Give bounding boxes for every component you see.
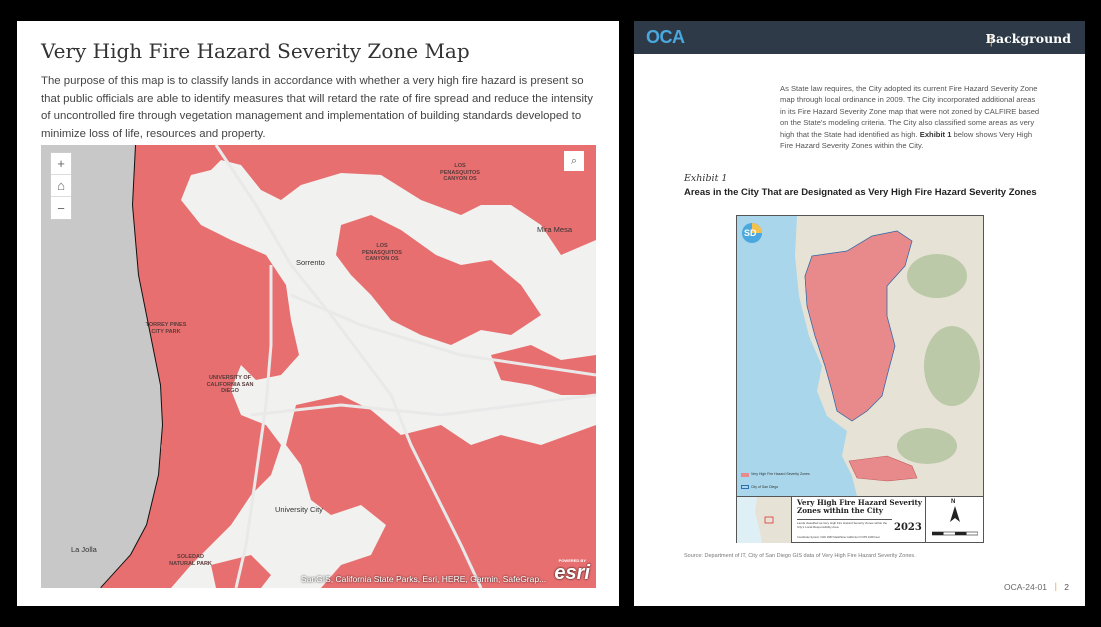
legend-hazard-swatch (741, 473, 749, 477)
map-label-los-penasquitos-north: LOS PENASQUITOS CANYON OS (440, 163, 480, 182)
north-arrow-icon (950, 506, 960, 522)
title-block-title: Very High Fire Hazard Severity Zones wit… (797, 498, 922, 516)
legend-city-label: City of San Diego (751, 485, 779, 489)
sd-logo: SD (741, 222, 763, 244)
right-panel: OCA | Background As State law requires, … (634, 21, 1085, 606)
footer-page-number: 2 (1064, 582, 1069, 592)
map-description: The purpose of this map is to classify l… (41, 75, 593, 140)
map-search-button[interactable]: ⌕ (564, 151, 584, 171)
map-label-mira-mesa: Mira Mesa (537, 225, 573, 234)
search-icon: ⌕ (570, 154, 578, 167)
web-map[interactable]: + ⌂ − ⌕ LOS PENASQUITOS CANYON OS LOS PE… (41, 145, 596, 588)
zoom-controls: + ⌂ − (50, 152, 72, 220)
legend-hazard: Very High Fire Hazard Severity Zones (741, 472, 810, 477)
source-note: Source: Department of IT, City of San Di… (684, 553, 916, 559)
north-label: N (951, 499, 956, 505)
left-panel: Very High Fire Hazard Severity Zone Map … (17, 21, 619, 606)
home-button[interactable]: ⌂ (51, 175, 71, 197)
map-label-ucsd: UNIVERSITY OF CALIFORNIA SAN DIEGO (206, 375, 254, 394)
title-block-subtitle: Lands classified as Very High Fire Hazar… (797, 519, 892, 530)
report-header: OCA | Background (634, 21, 1085, 54)
map-label-torrey-pines: TORREY PINES CITY PARK (145, 322, 187, 335)
exhibit-title: Areas in the City That are Designated as… (684, 187, 1037, 198)
zoom-in-button[interactable]: + (51, 153, 71, 175)
background-paragraph: As State law requires, the City adopted … (780, 83, 1042, 151)
map-label-soledad: SOLEDAD NATURAL PARK (169, 554, 212, 567)
scale-bar-icon (932, 531, 978, 536)
hazard-zones (101, 145, 596, 588)
section-title: Background (985, 31, 1071, 46)
exhibit-map: SD Very High Fire Hazard Severity Zones … (736, 215, 984, 543)
north-arrow-box: N (925, 497, 983, 543)
map-label-university-city: University City (275, 505, 323, 514)
title-block-year: 2023 (894, 522, 922, 533)
legend-city: City of San Diego (741, 485, 779, 489)
exhibit-label: Exhibit 1 (684, 173, 728, 184)
map-title-block: Very High Fire Hazard Severity Zones wit… (737, 496, 983, 543)
footer-report-code: OCA-24-01 (1004, 582, 1047, 592)
legend-hazard-label: Very High Fire Hazard Severity Zones (751, 472, 810, 476)
map-label-sorrento: Sorrento (296, 258, 325, 267)
exhibit-map-canvas (737, 216, 983, 496)
page-title: Very High Fire Hazard Severity Zone Map (41, 39, 470, 63)
map-canvas[interactable] (41, 145, 596, 588)
title-block-coordinate-system: Coordinate System: NAD 1983 StatePlane C… (797, 536, 880, 539)
esri-logo[interactable]: esri (554, 562, 590, 585)
footer-separator: | (1054, 581, 1057, 591)
exhibit-reference: Exhibit 1 (919, 129, 952, 139)
zoom-out-button[interactable]: − (51, 197, 71, 219)
map-attribution[interactable]: SanGIS, California State Parks, Esri, HE… (301, 574, 546, 584)
locator-inset-map (737, 497, 792, 543)
oca-logo: OCA (646, 27, 685, 47)
map-label-los-penasquitos-south: LOS PENASQUITOS CANYON OS (362, 243, 402, 262)
legend-city-swatch (741, 485, 749, 489)
sd-logo-text: SD (744, 228, 757, 238)
map-label-la-jolla: La Jolla (71, 545, 97, 554)
